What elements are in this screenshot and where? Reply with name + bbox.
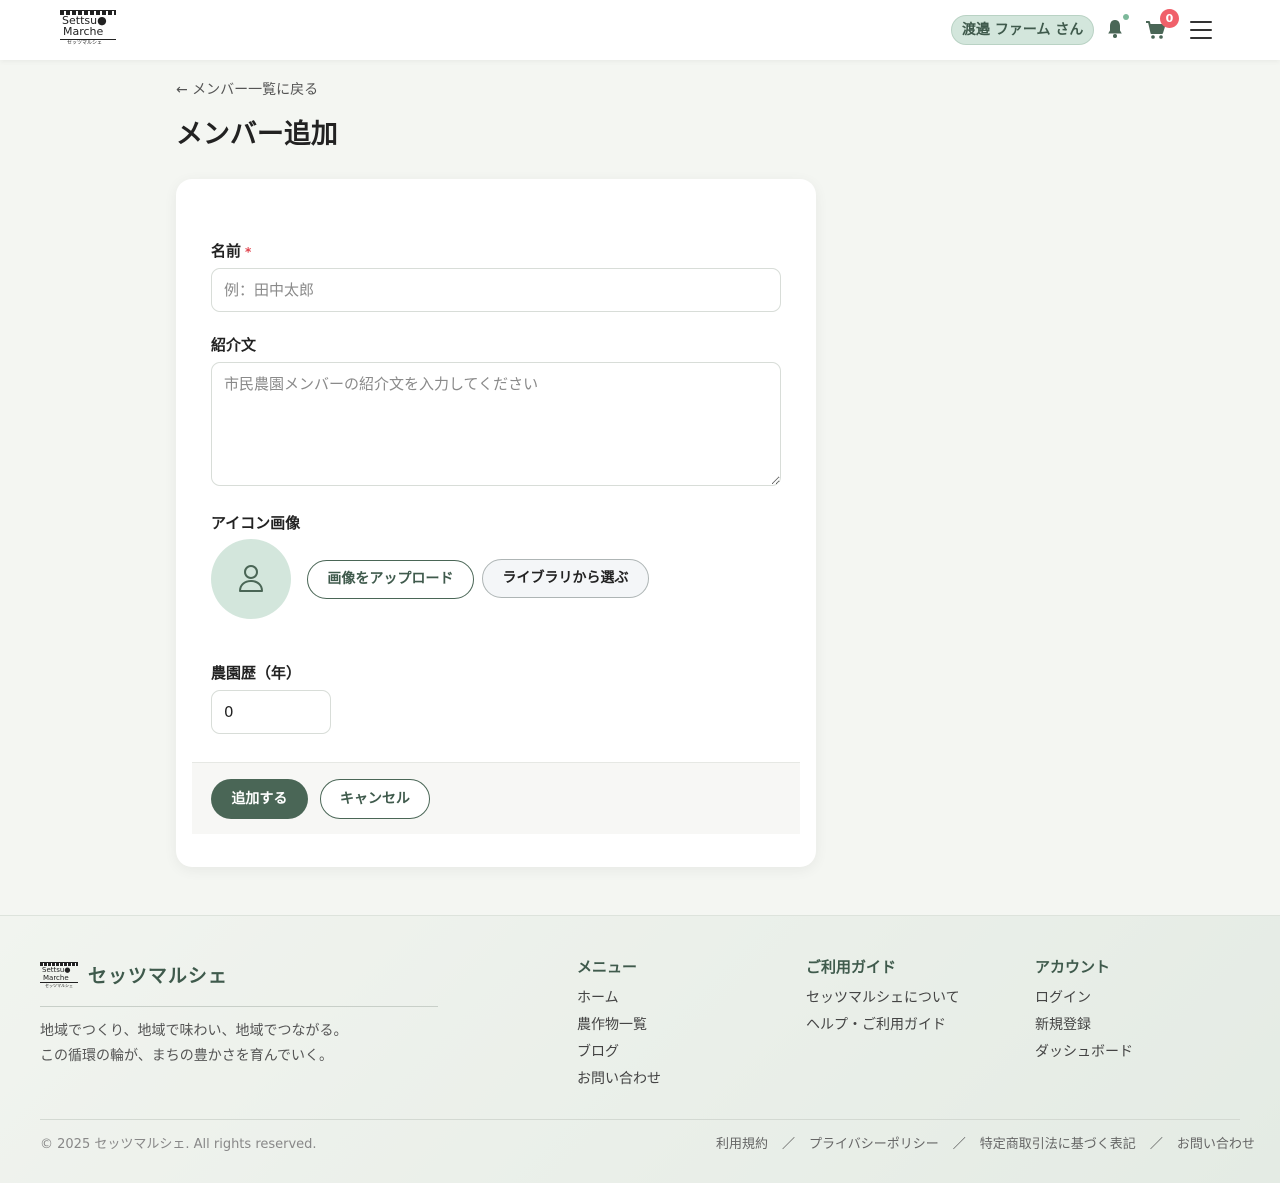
footer-divider bbox=[40, 1006, 438, 1007]
name-label-text: 名前 bbox=[211, 242, 242, 260]
legal-links: 利用規約 ／ プライバシーポリシー ／ 特定商取引法に基づく表記 ／ お問い合わせ bbox=[716, 1135, 1255, 1155]
farming-years-input[interactable] bbox=[211, 690, 331, 734]
legal-link-contact[interactable]: お問い合わせ bbox=[1177, 1137, 1255, 1152]
submit-add-button[interactable]: 追加する bbox=[211, 779, 308, 819]
legal-separator: ／ bbox=[1149, 1137, 1163, 1152]
notification-dot bbox=[1123, 14, 1129, 20]
cancel-button[interactable]: キャンセル bbox=[320, 779, 430, 819]
intro-label: 紹介文 bbox=[211, 336, 257, 354]
icon-image-label: アイコン画像 bbox=[211, 514, 301, 532]
footer-link-contact[interactable]: お問い合わせ bbox=[577, 1069, 661, 1089]
footer-logo-line-3: セッツマルシェ bbox=[45, 983, 73, 988]
intro-textarea[interactable] bbox=[211, 362, 781, 486]
footer-logo-line-1: Settsu● bbox=[42, 966, 71, 974]
name-input[interactable] bbox=[211, 268, 781, 312]
footer-guide-heading: ご利用ガイド bbox=[806, 958, 897, 976]
legal-separator: ／ bbox=[952, 1137, 966, 1152]
footer-link-blog[interactable]: ブログ bbox=[577, 1042, 619, 1062]
site-footer: Settsu● Marche セッツマルシェ セッツマルシェ 地域でつくり、地域… bbox=[0, 915, 1280, 1183]
footer-link-crops[interactable]: 農作物一覧 bbox=[577, 1015, 647, 1035]
footer-brand-name: セッツマルシェ bbox=[88, 965, 229, 987]
footer-link-about[interactable]: セッツマルシェについて bbox=[806, 988, 960, 1008]
footer-account-heading: アカウント bbox=[1035, 958, 1111, 976]
legal-separator: ／ bbox=[782, 1137, 796, 1152]
required-mark: * bbox=[245, 245, 252, 259]
footer-link-home[interactable]: ホーム bbox=[577, 988, 619, 1008]
add-member-form: 名前* 紹介文 アイコン画像 画像をアップロード ライブラリから選ぶ 農園歴（年… bbox=[176, 179, 816, 867]
footer-link-login[interactable]: ログイン bbox=[1035, 988, 1091, 1008]
legal-link-terms[interactable]: 利用規約 bbox=[716, 1137, 768, 1152]
bell-icon[interactable] bbox=[1105, 18, 1125, 40]
logo-line-3: セッツマルシェ bbox=[67, 40, 103, 46]
avatar-preview bbox=[211, 539, 291, 619]
user-icon bbox=[239, 565, 263, 592]
footer-bottom-rule bbox=[40, 1119, 1240, 1120]
choose-from-library-button[interactable]: ライブラリから選ぶ bbox=[482, 559, 649, 598]
upload-image-button[interactable]: 画像をアップロード bbox=[307, 560, 474, 599]
farming-years-label: 農園歴（年） bbox=[211, 664, 302, 682]
copyright-text: © 2025 セッツマルシェ. All rights reserved. bbox=[40, 1137, 317, 1152]
legal-link-commerce-act[interactable]: 特定商取引法に基づく表記 bbox=[980, 1137, 1136, 1152]
form-actions-bar: 追加する キャンセル bbox=[192, 762, 800, 834]
site-logo[interactable]: Settsu● Marche セッツマルシェ bbox=[60, 10, 116, 48]
footer-link-dashboard[interactable]: ダッシュボード bbox=[1035, 1042, 1133, 1062]
name-label: 名前 * bbox=[211, 241, 251, 262]
hamburger-menu-icon[interactable] bbox=[1189, 20, 1213, 40]
site-header: Settsu● Marche セッツマルシェ 渡邉 ファーム さん 0 bbox=[0, 0, 1280, 60]
page-title: メンバー追加 bbox=[176, 119, 338, 150]
legal-link-privacy[interactable]: プライバシーポリシー bbox=[809, 1137, 939, 1152]
footer-tagline-1: 地域でつくり、地域で味わい、地域でつながる。 bbox=[40, 1023, 348, 1039]
footer-menu-heading: メニュー bbox=[577, 958, 638, 976]
logo-line-2: Marche bbox=[63, 25, 104, 38]
footer-logo: Settsu● Marche セッツマルシェ bbox=[40, 962, 78, 988]
footer-link-help[interactable]: ヘルプ・ご利用ガイド bbox=[806, 1015, 946, 1035]
footer-tagline-2: この循環の輪が、まちの豊かさを育んでいく。 bbox=[40, 1048, 334, 1064]
back-to-members-link[interactable]: ← メンバー一覧に戻る bbox=[176, 80, 318, 100]
cart-count-badge: 0 bbox=[1160, 9, 1179, 28]
user-name-badge[interactable]: 渡邉 ファーム さん bbox=[951, 15, 1095, 45]
footer-link-register[interactable]: 新規登録 bbox=[1035, 1015, 1091, 1035]
footer-logo-line-2: Marche bbox=[43, 974, 69, 982]
